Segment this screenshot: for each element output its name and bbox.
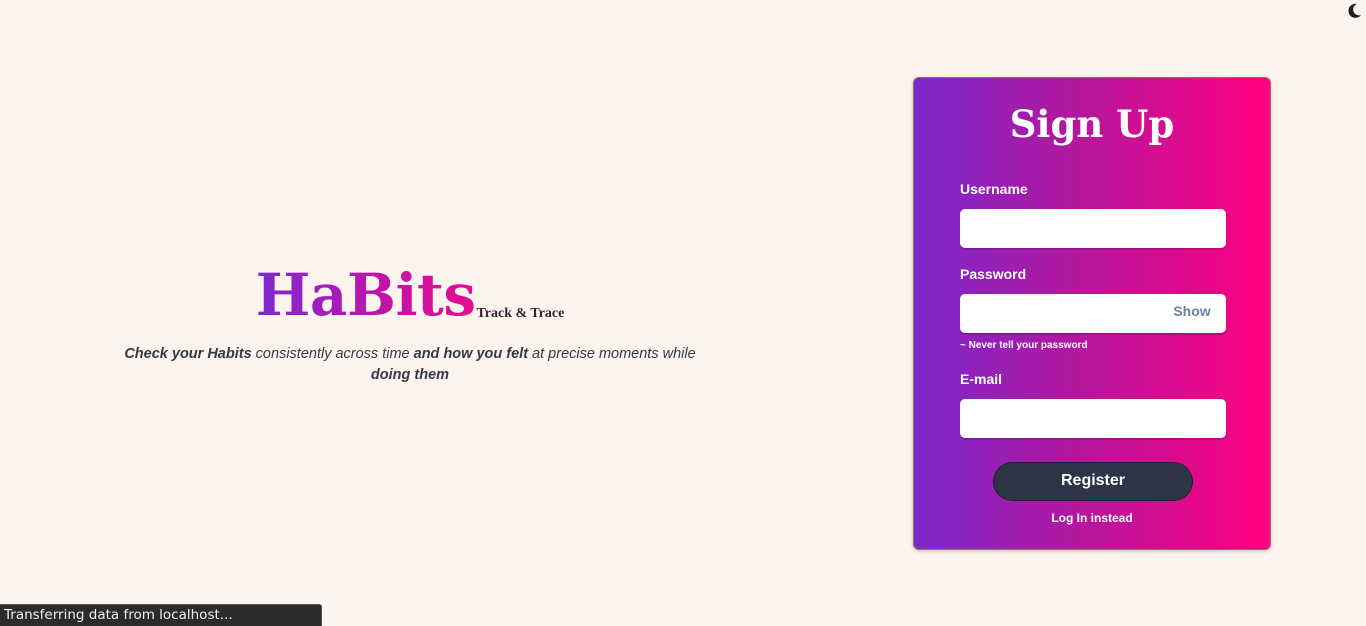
email-input[interactable]: [960, 399, 1226, 438]
show-password-button[interactable]: Show: [1164, 303, 1220, 321]
tagline-part-4: at precise moments while: [528, 346, 696, 362]
tagline: Check your Habits consistently across ti…: [100, 344, 720, 386]
theme-toggle-button[interactable]: [1346, 2, 1362, 20]
login-link[interactable]: Log In instead: [914, 511, 1270, 525]
password-label: Password: [960, 266, 1027, 282]
brand-title: HaBits: [255, 261, 476, 329]
tagline-part-3: and how you felt: [413, 346, 529, 362]
signup-card: Sign Up Username Password Show ~ Never t…: [913, 77, 1271, 550]
tagline-part-2: consistently across time: [251, 346, 414, 362]
page: HaBits Track & Trace Check your Habits c…: [0, 0, 1366, 626]
username-label: Username: [960, 181, 1028, 197]
brand: HaBits Track & Trace: [100, 262, 720, 328]
brand-subtitle: Track & Trace: [476, 306, 565, 321]
tagline-part-5: doing them: [370, 367, 450, 383]
register-button[interactable]: Register: [993, 462, 1193, 501]
hero-section: HaBits Track & Trace Check your Habits c…: [100, 262, 720, 386]
password-hint: ~ Never tell your password: [960, 340, 1088, 351]
moon-icon: [1348, 3, 1361, 18]
username-input[interactable]: [960, 209, 1226, 248]
tagline-part-1: Check your Habits: [124, 346, 252, 362]
signup-title: Sign Up: [1009, 102, 1175, 146]
browser-status-bar: Transferring data from localhost...: [0, 604, 322, 626]
email-label: E-mail: [960, 371, 1003, 387]
